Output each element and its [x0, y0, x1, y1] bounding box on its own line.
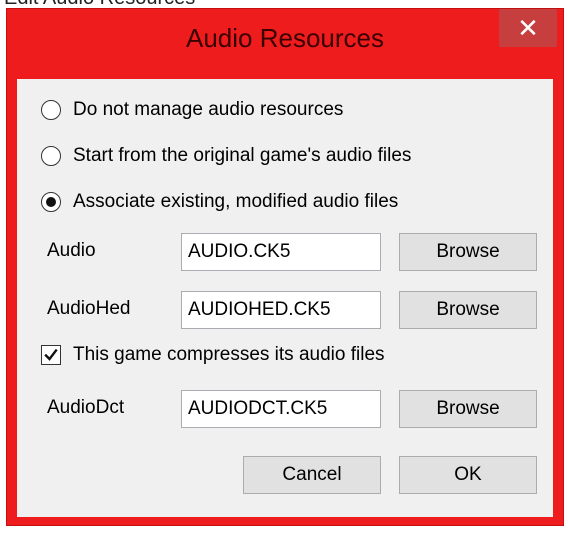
radio-label-no-manage: Do not manage audio resources — [73, 99, 344, 120]
compress-checkbox[interactable] — [41, 345, 61, 365]
radio-option-associate-existing[interactable]: Associate existing, modified audio files — [41, 187, 398, 217]
audio-resources-dialog: Audio Resources ✕ Do not manage audio re… — [6, 8, 564, 526]
audiodct-browse-button[interactable]: Browse — [399, 390, 537, 428]
compress-checkbox-row[interactable]: This game compresses its audio files — [41, 340, 385, 370]
radio-label-associate-existing: Associate existing, modified audio files — [73, 191, 399, 212]
cancel-button[interactable]: Cancel — [243, 456, 381, 494]
audiohed-browse-button[interactable]: Browse — [399, 291, 537, 329]
ok-button[interactable]: OK — [399, 456, 537, 494]
close-button[interactable]: ✕ — [499, 9, 557, 47]
audiohed-file-input[interactable] — [181, 291, 381, 329]
dialog-title: Audio Resources — [186, 23, 384, 53]
audiodct-file-input[interactable] — [181, 390, 381, 428]
checkmark-icon — [44, 348, 58, 361]
audio-file-input[interactable] — [181, 233, 381, 271]
radio-option-start-original[interactable]: Start from the original game's audio fil… — [41, 141, 411, 171]
audio-label: Audio — [47, 240, 96, 261]
radio-button-associate-existing[interactable] — [41, 192, 61, 212]
close-icon: ✕ — [517, 13, 539, 43]
radio-label-start-original: Start from the original game's audio fil… — [73, 145, 412, 166]
audiohed-label: AudioHed — [47, 298, 131, 319]
compress-checkbox-label: This game compresses its audio files — [73, 344, 385, 365]
audio-browse-button[interactable]: Browse — [399, 233, 537, 271]
title-bar[interactable]: Audio Resources ✕ — [7, 9, 563, 71]
dialog-client-area: Do not manage audio resources Start from… — [17, 79, 553, 517]
radio-option-no-manage[interactable]: Do not manage audio resources — [41, 95, 343, 125]
radio-button-no-manage[interactable] — [41, 100, 61, 120]
audiodct-label: AudioDct — [47, 397, 125, 418]
radio-button-start-original[interactable] — [41, 146, 61, 166]
